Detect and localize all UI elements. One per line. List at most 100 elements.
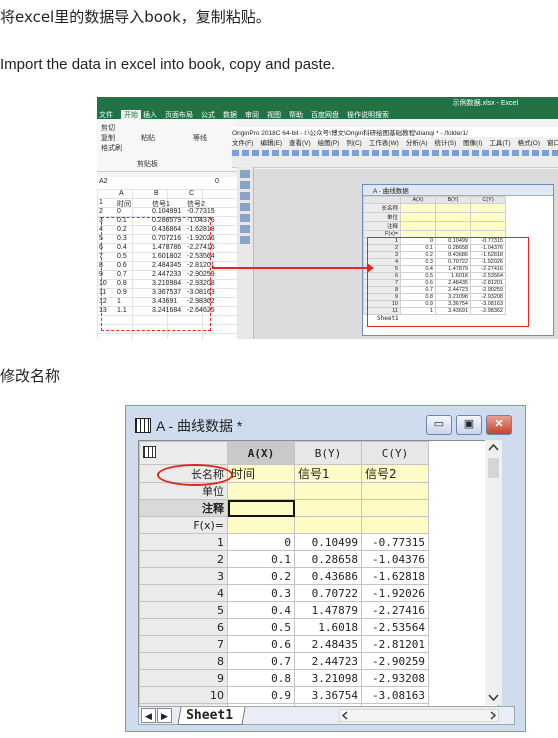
row-number[interactable]: 9 bbox=[139, 669, 228, 687]
origin-menu-item[interactable]: 工具(T) bbox=[489, 140, 510, 147]
data-cell[interactable]: -3.08163 bbox=[361, 686, 429, 704]
mini-meta-cell[interactable] bbox=[400, 221, 436, 231]
origin-menu-item[interactable]: 格式(O) bbox=[518, 140, 540, 147]
column-header-a[interactable]: A(X) bbox=[227, 441, 295, 465]
origin-menu-item[interactable]: 绘图(P) bbox=[318, 140, 340, 147]
column-header-b[interactable]: B(Y) bbox=[294, 441, 362, 465]
excel-column-header[interactable]: B bbox=[154, 190, 159, 197]
prev-sheet-button[interactable]: ◀ bbox=[141, 708, 156, 723]
origin-tools-sidebar[interactable] bbox=[237, 167, 254, 339]
origin-menu-item[interactable]: 分析(A) bbox=[406, 140, 428, 147]
row-number[interactable]: 4 bbox=[139, 584, 228, 602]
excel-column-header[interactable]: A bbox=[119, 190, 124, 197]
row-label-fx[interactable]: F(x)= bbox=[139, 516, 228, 534]
comments-cell-a[interactable] bbox=[227, 499, 295, 517]
mini-row-label[interactable]: 注释 bbox=[363, 221, 401, 231]
excel-row-number[interactable]: 2 bbox=[99, 208, 103, 215]
excel-tab[interactable]: 操作说明搜索 bbox=[347, 110, 389, 120]
data-cell[interactable]: 3.21098 bbox=[294, 669, 362, 687]
comments-cell-c[interactable] bbox=[361, 499, 429, 517]
origin-menu-item[interactable]: 统计(S) bbox=[435, 140, 457, 147]
paste-button[interactable]: 粘贴 bbox=[141, 133, 155, 143]
row-label-comments[interactable]: 注释 bbox=[139, 499, 228, 517]
next-sheet-button[interactable]: ▶ bbox=[157, 708, 172, 723]
excel-cell[interactable]: -0.77315 bbox=[187, 208, 215, 215]
data-cell[interactable]: 0.6 bbox=[227, 635, 295, 653]
data-cell[interactable]: 0.28658 bbox=[294, 550, 362, 568]
vertical-scrollbar[interactable] bbox=[485, 440, 502, 705]
data-cell[interactable]: 0.10499 bbox=[294, 533, 362, 551]
mini-row-label[interactable]: 单位 bbox=[363, 212, 401, 222]
origin-menu-item[interactable]: 文件(F) bbox=[232, 140, 253, 147]
data-cell[interactable]: 1.47879 bbox=[294, 601, 362, 619]
data-cell[interactable]: 3.36754 bbox=[294, 686, 362, 704]
select-all-corner[interactable] bbox=[139, 441, 228, 465]
data-cell[interactable]: -2.27416 bbox=[361, 601, 429, 619]
mini-meta-cell[interactable] bbox=[400, 203, 436, 213]
mini-column-header[interactable]: A(X) bbox=[400, 196, 436, 204]
data-cell[interactable]: 2.48435 bbox=[294, 635, 362, 653]
excel-tab[interactable]: 审阅 bbox=[245, 110, 259, 120]
format-painter-button[interactable]: 格式刷 bbox=[101, 143, 122, 153]
row-number[interactable]: 5 bbox=[139, 601, 228, 619]
data-cell[interactable]: 0.9 bbox=[227, 686, 295, 704]
row-number[interactable]: 1 bbox=[139, 533, 228, 551]
cut-button[interactable]: 剪切 bbox=[101, 123, 115, 133]
name-box[interactable]: A2 bbox=[99, 178, 108, 185]
row-number[interactable]: 10 bbox=[139, 686, 228, 704]
long-name-cell-c[interactable]: 信号2 bbox=[361, 464, 429, 483]
origin-menu-item[interactable]: 列(C) bbox=[346, 140, 362, 147]
row-number[interactable]: 6 bbox=[139, 618, 228, 636]
data-cell[interactable]: 0.1 bbox=[227, 550, 295, 568]
data-cell[interactable]: -0.77315 bbox=[361, 533, 429, 551]
units-cell-a[interactable] bbox=[227, 482, 295, 500]
column-header-c[interactable]: C(Y) bbox=[361, 441, 429, 465]
data-cell[interactable]: 0.2 bbox=[227, 567, 295, 585]
mini-meta-cell[interactable] bbox=[470, 203, 506, 213]
font-name-box[interactable]: 等线 bbox=[193, 133, 207, 143]
mini-meta-cell[interactable] bbox=[400, 212, 436, 222]
mini-column-header[interactable]: B(Y) bbox=[435, 196, 471, 204]
origin-menu-item[interactable]: 编辑(E) bbox=[260, 140, 282, 147]
data-cell[interactable]: -2.93208 bbox=[361, 669, 429, 687]
mini-row-label[interactable]: 长名称 bbox=[363, 203, 401, 213]
data-cell[interactable]: 0.7 bbox=[227, 652, 295, 670]
fx-cell-a[interactable] bbox=[227, 516, 295, 534]
copy-button[interactable]: 复制 bbox=[101, 133, 115, 143]
data-cell[interactable]: 1.6018 bbox=[294, 618, 362, 636]
data-cell[interactable]: -2.81201 bbox=[361, 635, 429, 653]
units-cell-b[interactable] bbox=[294, 482, 362, 500]
origin-menu-item[interactable]: 图像(I) bbox=[463, 140, 482, 147]
units-cell-c[interactable] bbox=[361, 482, 429, 500]
mini-meta-cell[interactable] bbox=[435, 212, 471, 222]
excel-tab[interactable]: 视图 bbox=[267, 110, 281, 120]
data-cell[interactable]: 0.8 bbox=[227, 669, 295, 687]
mini-corner[interactable] bbox=[363, 196, 401, 204]
data-cell[interactable]: 0.4 bbox=[227, 601, 295, 619]
horizontal-scrollbar[interactable] bbox=[339, 709, 499, 722]
mini-meta-cell[interactable] bbox=[435, 203, 471, 213]
comments-cell-b[interactable] bbox=[294, 499, 362, 517]
data-cell[interactable]: -2.53564 bbox=[361, 618, 429, 636]
excel-row-number[interactable]: 1 bbox=[99, 199, 103, 206]
mini-meta-cell[interactable] bbox=[470, 212, 506, 222]
mini-meta-cell[interactable] bbox=[435, 221, 471, 231]
excel-column-header[interactable]: C bbox=[189, 190, 194, 197]
row-number[interactable]: 8 bbox=[139, 652, 228, 670]
mini-column-header[interactable]: C(Y) bbox=[470, 196, 506, 204]
minimize-button[interactable]: ▭ bbox=[426, 415, 452, 435]
excel-tab[interactable]: 百度网盘 bbox=[311, 110, 339, 120]
data-cell[interactable]: -1.92026 bbox=[361, 584, 429, 602]
origin-menu-item[interactable]: 查看(V) bbox=[289, 140, 311, 147]
row-number[interactable]: 2 bbox=[139, 550, 228, 568]
data-cell[interactable]: -2.90259 bbox=[361, 652, 429, 670]
excel-cell[interactable]: 0 bbox=[117, 208, 121, 215]
origin-menu-item[interactable]: 窗口(W) bbox=[547, 140, 558, 147]
data-cell[interactable]: -1.04376 bbox=[361, 550, 429, 568]
close-button[interactable]: ✕ bbox=[486, 415, 512, 435]
mini-meta-cell[interactable] bbox=[470, 221, 506, 231]
long-name-cell-a[interactable]: 时间 bbox=[227, 464, 295, 483]
data-cell[interactable]: -1.62818 bbox=[361, 567, 429, 585]
data-cell[interactable]: 0.3 bbox=[227, 584, 295, 602]
fx-cell-c[interactable] bbox=[361, 516, 429, 534]
